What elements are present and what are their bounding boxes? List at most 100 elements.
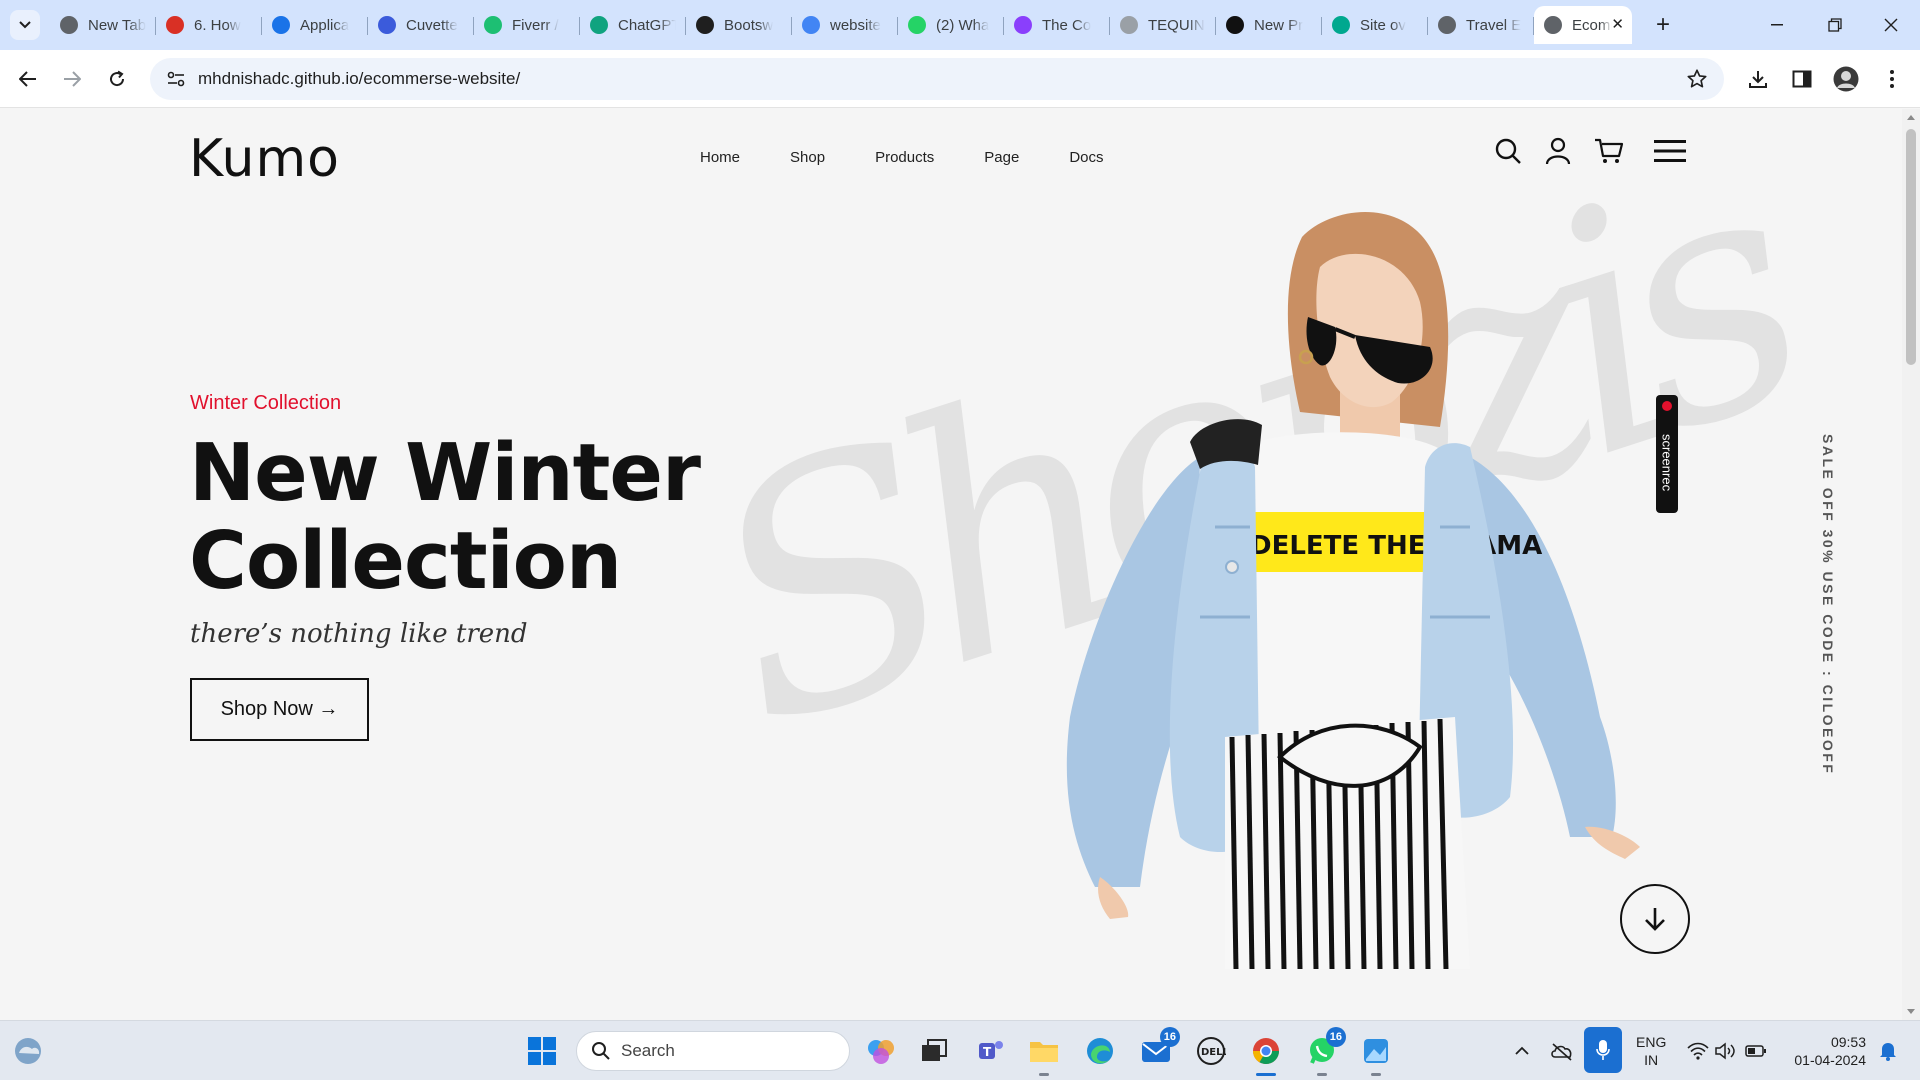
page-scrollbar[interactable] [1902, 109, 1920, 1020]
taskbar-search[interactable]: Search [576, 1031, 850, 1071]
nav-item-page[interactable]: Page [984, 149, 1019, 166]
hero-subtitle: Winter Collection [190, 392, 342, 414]
onedrive-button[interactable] [1546, 1035, 1578, 1067]
bookmark-star-icon[interactable] [1686, 68, 1708, 95]
browser-menu-button[interactable] [1876, 63, 1908, 95]
hero-tagline: there’s nothing like trend [190, 619, 528, 649]
browser-tab-strip: New Tab 6. How Applica Cuvette Fiverr / ChatG… [0, 0, 1920, 50]
tab-title: ChatGPT [618, 16, 676, 34]
forward-button[interactable] [56, 63, 88, 95]
account-icon[interactable] [1544, 137, 1572, 170]
restore-button[interactable] [1806, 0, 1864, 50]
screenrec-widget[interactable]: screenrec [1656, 395, 1678, 513]
nav-item-home[interactable]: Home [700, 149, 740, 166]
site-info-icon[interactable] [154, 71, 198, 87]
header-icons [1494, 137, 1686, 170]
close-tab-icon[interactable]: ✕ [1611, 15, 1624, 33]
cloud-offline-icon [1551, 1043, 1572, 1061]
scrollbar-thumb[interactable] [1906, 129, 1916, 365]
scroll-down-arrow-icon[interactable] [1907, 1009, 1915, 1014]
striped-skirt [1225, 717, 1470, 969]
close-window-button[interactable] [1862, 0, 1920, 50]
scroll-down-button[interactable] [1620, 884, 1690, 954]
microphone-button[interactable] [1584, 1027, 1622, 1073]
browser-tab[interactable]: ChatGPT [580, 6, 686, 44]
downloads-button[interactable] [1742, 63, 1774, 95]
theco-icon [1014, 16, 1032, 34]
tab-title: (2) Wha [936, 16, 990, 34]
photos-icon [1364, 1039, 1388, 1063]
chrome-icon [1252, 1038, 1280, 1065]
tab-title: Site ov [1360, 16, 1406, 34]
screenrec-label: screenrec [1659, 434, 1675, 492]
start-button[interactable] [526, 1035, 558, 1067]
windows-logo-icon [528, 1037, 556, 1065]
browser-tab[interactable]: Travel E [1428, 6, 1534, 44]
tab-title: TEQUIN [1148, 16, 1205, 34]
browser-tab[interactable]: The Co [1004, 6, 1110, 44]
close-icon [1884, 18, 1898, 32]
browser-tab[interactable]: New Tab [50, 6, 156, 44]
side-panel-button[interactable] [1786, 63, 1818, 95]
hamburger-menu-icon[interactable] [1654, 139, 1686, 168]
vercel-icon [1226, 16, 1244, 34]
browser-tab[interactable]: website [792, 6, 898, 44]
profile-avatar[interactable] [1830, 63, 1862, 95]
photos-button[interactable] [1360, 1035, 1392, 1076]
site-logo[interactable]: Kumo [189, 129, 340, 189]
input-language[interactable]: ENG IN [1636, 1033, 1666, 1069]
shop-now-button[interactable]: Shop Now → [190, 678, 369, 741]
minimize-button[interactable] [1748, 0, 1806, 50]
search-icon[interactable] [1494, 137, 1522, 170]
new-tab-button[interactable]: + [1648, 10, 1678, 40]
chevron-down-icon [19, 21, 31, 29]
browser-tab[interactable]: Bootsw [686, 6, 792, 44]
cuvette-icon [378, 16, 396, 34]
battery-status[interactable] [1740, 1035, 1772, 1067]
svg-text:DELL: DELL [1201, 1047, 1226, 1058]
webpage: Shopzis Kumo HomeShopProductsPageDocs Wi… [0, 109, 1902, 1020]
tab-title: Fiverr / [512, 16, 559, 34]
notifications-button[interactable] [1872, 1035, 1904, 1067]
browser-tab[interactable]: Cuvette [368, 6, 474, 44]
nav-item-shop[interactable]: Shop [790, 149, 825, 166]
dell-button[interactable]: DELL [1195, 1035, 1227, 1067]
scroll-up-arrow-icon[interactable] [1907, 115, 1915, 120]
browser-tab[interactable]: New Pr [1216, 6, 1322, 44]
system-clock[interactable]: 09:53 01-04-2024 [1782, 1033, 1866, 1069]
wifi-icon [1687, 1042, 1709, 1060]
sale-banner-vertical: SALE OFF 30% USE CODE : CILOEOFF [1820, 434, 1836, 776]
mail-badge: 16 [1159, 1027, 1180, 1047]
chrome-button[interactable] [1250, 1035, 1282, 1076]
browser-tab[interactable]: (2) Wha [898, 6, 1004, 44]
file-explorer-button[interactable] [1028, 1035, 1060, 1076]
tab-title: New Tab [88, 16, 146, 34]
edge-button[interactable] [1084, 1035, 1116, 1067]
svg-text:T: T [983, 1045, 992, 1059]
task-view-button[interactable] [918, 1035, 950, 1067]
tray-overflow-button[interactable] [1506, 1035, 1538, 1067]
copilot-button[interactable] [865, 1035, 897, 1067]
url-text[interactable]: mhdnishadc.github.io/ecommerse-website/ [198, 69, 520, 89]
reload-button[interactable] [101, 63, 133, 95]
cart-icon[interactable] [1594, 137, 1624, 170]
netlify-icon [1332, 16, 1350, 34]
browser-tab[interactable]: Applica [262, 6, 368, 44]
browser-tab-active[interactable]: Ecommerse✕ [1534, 6, 1632, 44]
nav-item-docs[interactable]: Docs [1069, 149, 1103, 166]
volume-status[interactable] [1710, 1035, 1742, 1067]
k-app-icon [272, 16, 290, 34]
mail-button[interactable]: 16 [1140, 1027, 1180, 1067]
whatsapp-button[interactable]: 16 [1306, 1027, 1346, 1076]
browser-tab[interactable]: Fiverr / [474, 6, 580, 44]
tab-title: Bootsw [724, 16, 774, 34]
browser-tab[interactable]: Site ov [1322, 6, 1428, 44]
tab-search-button[interactable] [10, 10, 40, 40]
browser-tab[interactable]: TEQUIN [1110, 6, 1216, 44]
browser-tab[interactable]: 6. How [156, 6, 262, 44]
nav-item-products[interactable]: Products [875, 149, 934, 166]
back-button[interactable] [12, 63, 44, 95]
address-bar[interactable]: mhdnishadc.github.io/ecommerse-website/ [150, 58, 1724, 100]
widgets-button[interactable] [12, 1035, 44, 1067]
teams-button[interactable]: T [975, 1035, 1007, 1067]
